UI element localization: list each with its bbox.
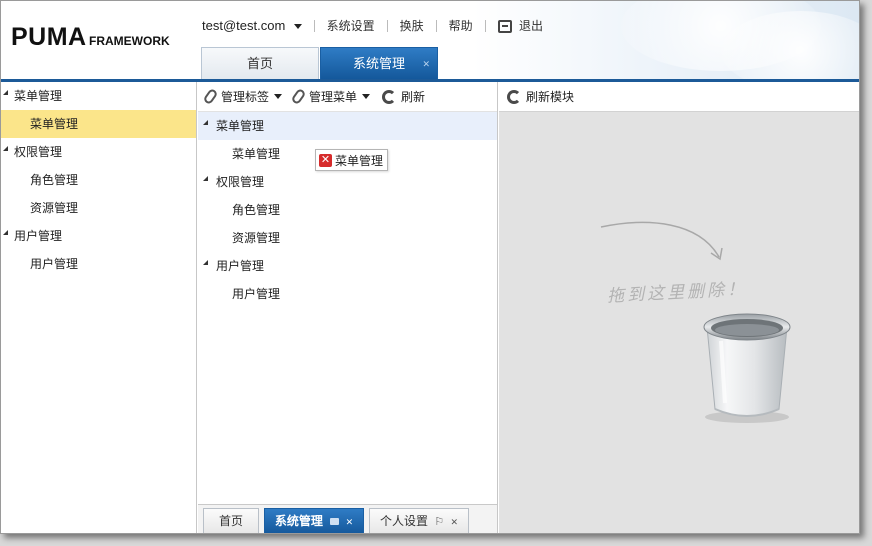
paperclip-icon [202,87,219,106]
top-nav: test@test.com 系统设置 换肤 帮助 退出 [202,17,543,34]
button-label: 刷新模块 [526,90,575,104]
app-window: PUMA FRAMEWORK test@test.com 系统设置 换肤 帮助 … [0,0,860,534]
bottom-tab-personal-settings[interactable]: 个人设置 ⚐ ✕ [369,508,469,533]
pin-icon[interactable]: ⚐ [434,516,444,528]
expand-triangle-icon[interactable] [203,260,208,265]
logo-subtitle: FRAMEWORK [89,34,170,48]
tab-label: 系统管理 [352,56,405,71]
paperclip-icon [290,87,307,106]
refresh-icon [507,89,521,104]
sidebar-item-resource-management[interactable]: 资源管理 [1,194,196,222]
header: PUMA FRAMEWORK test@test.com 系统设置 换肤 帮助 … [1,1,859,91]
tree-item-role-management[interactable]: 角色管理 [198,196,497,224]
tree-node-label: 权限管理 [14,145,63,159]
tab-label: 首页 [246,56,273,71]
tab-label: 首页 [218,514,243,528]
middle-toolbar: 管理标签 管理菜单 刷新 [198,82,497,112]
refresh-button[interactable]: 刷新 [382,88,425,105]
tree-item-user-management[interactable]: 用户管理 [198,280,497,308]
sidebar-item-menu-management[interactable]: 菜单管理 [1,110,196,138]
tab-label: 个人设置 [379,514,428,528]
divider [386,19,388,32]
manage-tags-button[interactable]: 管理标签 [202,87,283,106]
tree-node-label: 角色管理 [232,203,281,217]
tab-system-management[interactable]: 系统管理 ✕ [320,47,438,79]
sidebar-group-permission[interactable]: 权限管理 [1,138,196,166]
expand-triangle-icon[interactable] [203,176,208,181]
tree-node-label: 角色管理 [30,173,79,187]
tree-node-label: 资源管理 [232,231,281,245]
chevron-down-icon [362,94,371,99]
change-skin-link[interactable]: 换肤 [400,17,424,34]
menu-config-panel: 管理标签 管理菜单 刷新 菜单管理 菜单管理 权限管理 角色管理 资源管理 用户… [198,82,498,533]
close-icon[interactable]: ✕ [346,517,354,527]
tree-item-resource-management[interactable]: 资源管理 [198,224,497,252]
dragged-menu-tag[interactable]: ✕ 菜单管理 [315,149,389,171]
menu-tree: 菜单管理 菜单管理 权限管理 角色管理 资源管理 用户管理 用户管理 [198,112,497,308]
lock-icon [330,518,340,526]
button-label: 管理菜单 [309,90,358,104]
bottom-tab-home[interactable]: 首页 [203,508,259,533]
tree-group-permission[interactable]: 权限管理 [198,168,497,196]
main-tabs: 首页 系统管理 ✕ [201,47,439,79]
tree-node-label: 菜单管理 [216,119,265,133]
tree-group-user[interactable]: 用户管理 [198,252,497,280]
sidebar-item-user-management[interactable]: 用户管理 [1,250,196,278]
close-icon[interactable]: ✕ [451,517,459,527]
expand-triangle-icon[interactable] [3,90,8,95]
right-toolbar: 刷新模块 [499,82,859,112]
tree-node-label: 菜单管理 [14,89,63,103]
tree-node-label: 资源管理 [30,201,79,215]
sidebar-tree: 菜单管理 菜单管理 权限管理 角色管理 资源管理 用户管理 用户管理 [1,82,197,533]
sidebar-group-user[interactable]: 用户管理 [1,222,196,250]
sidebar-item-role-management[interactable]: 角色管理 [1,166,196,194]
tree-node-label: 菜单管理 [30,117,79,131]
user-menu[interactable]: test@test.com [202,18,302,33]
expand-triangle-icon[interactable] [3,146,8,151]
delete-x-icon: ✕ [319,153,332,167]
manage-menu-button[interactable]: 管理菜单 [290,87,371,106]
divider [484,19,486,32]
tree-node-label: 用户管理 [14,229,63,243]
tree-group-menu[interactable]: 菜单管理 [198,112,497,140]
refresh-icon [382,89,397,104]
logout-icon [497,20,512,34]
logout-label: 退出 [519,19,544,33]
button-label: 管理标签 [221,90,270,104]
close-icon[interactable]: ✕ [422,48,430,80]
trash-bin-icon[interactable] [699,307,795,427]
tree-node-label: 用户管理 [30,257,79,271]
chevron-down-icon [293,24,302,30]
tree-node-label: 菜单管理 [232,147,281,161]
tab-home[interactable]: 首页 [201,47,319,79]
drag-tag-label: 菜单管理 [335,153,384,168]
tree-node-label: 用户管理 [216,259,265,273]
chevron-down-icon [274,94,283,99]
bottom-tab-bar: 首页 系统管理 ✕ 个人设置 ⚐ ✕ [198,504,497,533]
logout-link[interactable]: 退出 [497,17,544,34]
help-link[interactable]: 帮助 [449,17,473,34]
divider [313,19,315,32]
drop-here-to-delete-hint: 拖到这里删除！ [606,279,748,307]
expand-triangle-icon[interactable] [203,120,208,125]
button-label: 刷新 [401,90,426,104]
system-settings-link[interactable]: 系统设置 [327,17,375,34]
bottom-tab-system-management[interactable]: 系统管理 ✕ [264,508,364,533]
tree-node-label: 权限管理 [216,175,265,189]
user-email: test@test.com [202,18,286,33]
tree-node-label: 用户管理 [232,287,281,301]
trash-drop-panel: 刷新模块 拖到这里删除！ [499,82,859,533]
curved-arrow-icon [600,221,723,261]
logo: PUMA [11,23,87,51]
divider [435,19,437,32]
sidebar-group-menu[interactable]: 菜单管理 [1,82,196,110]
expand-triangle-icon[interactable] [3,230,8,235]
tab-label: 系统管理 [274,514,323,528]
refresh-module-button[interactable]: 刷新模块 [507,88,574,105]
